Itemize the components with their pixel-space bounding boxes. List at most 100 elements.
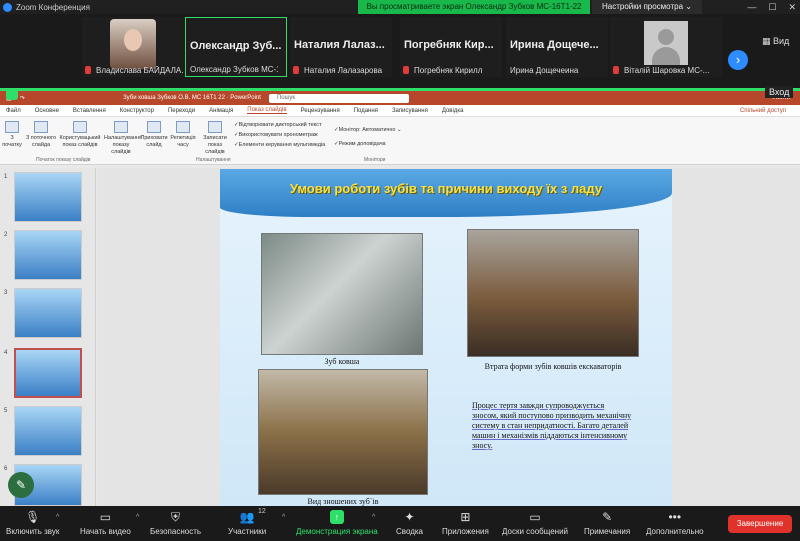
- participant-big-name: Наталия Лалаз...: [294, 39, 385, 51]
- maximize-icon[interactable]: ☐: [768, 0, 776, 14]
- summary-icon: ✦: [404, 510, 415, 524]
- annotate-pen-icon[interactable]: ✎: [8, 472, 34, 498]
- ribbon-label: З початку: [2, 135, 22, 148]
- chevron-up-icon[interactable]: ^: [136, 514, 139, 521]
- slide-thumbnail[interactable]: [14, 406, 82, 456]
- monitor-value: Автоматично: [362, 127, 396, 133]
- view-label: Вид: [773, 36, 790, 46]
- ppt-tab[interactable]: Основне: [35, 108, 59, 114]
- ribbon-rehearse[interactable]: Репетиція часу: [170, 121, 196, 149]
- participant-tile-active[interactable]: Олександр Зуб... Олександр Зубков МС-1..…: [185, 17, 287, 77]
- participant-tile[interactable]: Ирина Дощече... Ирина Дощечеина: [506, 17, 608, 77]
- monitor-label: Монітор:: [338, 127, 361, 133]
- participant-name: Погребняк Кирилл: [414, 66, 483, 75]
- ppt-tab[interactable]: Записування: [392, 108, 428, 114]
- slide-number: 4: [4, 350, 8, 356]
- ppt-tab[interactable]: Подання: [354, 108, 378, 114]
- worn-teeth-photo: [258, 369, 428, 495]
- ribbon-from-start[interactable]: З початку: [2, 121, 22, 149]
- share-screen-button[interactable]: ↑ Демонстрация экрана: [296, 510, 378, 536]
- unmute-button[interactable]: 🎙 Включить звук: [6, 510, 59, 536]
- ppt-tab[interactable]: Анімація: [209, 108, 233, 114]
- summary-button[interactable]: ✦ Сводка: [396, 510, 423, 536]
- ribbon-group-label: Налаштування: [196, 157, 231, 163]
- worn-bucket-photo: [467, 229, 639, 357]
- next-page-button[interactable]: ›: [728, 50, 748, 70]
- avatar: [644, 21, 688, 65]
- participant-tile[interactable]: Наталия Лалаз... Наталия Лалазарова: [290, 17, 392, 77]
- more-icon: •••: [668, 510, 682, 524]
- apps-button[interactable]: ⊞ Приложения: [442, 510, 489, 536]
- ppt-share-button[interactable]: Спільний доступ: [740, 108, 786, 114]
- gallery-view-button[interactable]: ▦ Вид: [762, 36, 789, 47]
- more-button[interactable]: ••• Дополнительно: [646, 510, 704, 536]
- ribbon-from-current[interactable]: З поточного слайда: [24, 121, 58, 149]
- checkbox-presenter-view[interactable]: Режим доповідача: [334, 141, 386, 147]
- checkbox-timings[interactable]: Використовувати хронометраж: [234, 132, 318, 138]
- toolbar-label: Сводка: [396, 527, 424, 536]
- slide-number: 2: [4, 232, 8, 238]
- slide-thumbnail[interactable]: [14, 230, 82, 280]
- slide-thumbnail-selected[interactable]: [14, 348, 82, 398]
- toolbar-label: Включить звук: [6, 527, 60, 536]
- view-options-label: Настройки просмотра: [602, 2, 684, 11]
- toolbar-label: Безопасность: [150, 527, 202, 536]
- checkbox-media-controls[interactable]: Елементи керування мультимедіа: [234, 142, 326, 148]
- ppt-tab[interactable]: Конструктор: [120, 108, 154, 114]
- participant-big-name: Олександр Зуб...: [190, 40, 282, 52]
- start-video-button[interactable]: ▭ Начать видео: [80, 510, 131, 536]
- slide-thumbnail[interactable]: [14, 172, 82, 222]
- checkbox-narration[interactable]: Відтворювати дикторський текст: [234, 122, 322, 128]
- share-screen-icon: ↑: [329, 510, 344, 524]
- participant-name: Ирина Дощечеина: [510, 66, 579, 75]
- view-options-button[interactable]: Настройки просмотра ⌄: [592, 0, 702, 14]
- end-meeting-button[interactable]: Завершение: [728, 515, 792, 533]
- shared-screen[interactable]: ▣ ↶ ↷ Зуби ковша Зубков О.В. МС 16Т1 22 …: [0, 88, 800, 509]
- close-icon[interactable]: ✕: [788, 0, 796, 14]
- ribbon-custom-show[interactable]: Користувацький показ слайдів: [58, 121, 102, 149]
- ribbon-label: Налаштування показу слайдів: [104, 135, 143, 155]
- ppt-title: Зуби ковша Зубков О.В. МС 16Т1 22 · Powe…: [123, 95, 261, 101]
- minimize-icon[interactable]: —: [747, 0, 756, 14]
- ppt-tab[interactable]: Рецензування: [301, 108, 340, 114]
- participant-tile[interactable]: Владислава БАЙДАЛА...: [82, 17, 184, 77]
- participant-tile[interactable]: Віталій Шаровка МС-...: [610, 17, 722, 77]
- ribbon-hide-slide[interactable]: Приховати слайд: [140, 121, 168, 149]
- slide-thumbnail[interactable]: [14, 288, 82, 338]
- ppt-ribbon: З початку З поточного слайда Користуваць…: [0, 117, 800, 165]
- current-slide[interactable]: Умови роботи зубів та причини виходу їх …: [220, 169, 672, 509]
- ppt-tab-selected[interactable]: Показ слайдів: [247, 107, 287, 114]
- monitor-select[interactable]: Монітор: Автоматично ⌄: [334, 127, 402, 133]
- message-board-icon: ▭: [529, 510, 541, 524]
- ribbon-label: Записати показ слайдів: [203, 135, 227, 155]
- message-boards-button[interactable]: ▭ Доски сообщений: [502, 510, 568, 536]
- participant-tile[interactable]: Погребняк Кир... Погребняк Кирилл: [400, 17, 502, 77]
- ppt-tab[interactable]: Вставлення: [73, 108, 106, 114]
- chevron-up-icon[interactable]: ^: [282, 514, 285, 521]
- apps-icon: ⊞: [460, 510, 471, 524]
- exit-button[interactable]: Вход: [765, 86, 794, 98]
- toolbar-label: Приложения: [442, 527, 489, 536]
- zoom-logo-icon: [3, 2, 12, 12]
- ribbon-setup-show[interactable]: Налаштування показу слайдів: [104, 121, 142, 156]
- participant-big-name: Погребняк Кир...: [404, 39, 494, 51]
- ribbon-record[interactable]: Записати показ слайдів: [198, 121, 232, 156]
- participant-big-name: Ирина Дощече...: [510, 39, 599, 51]
- ppt-titlebar: ▣ ↶ ↷ Зуби ковша Зубков О.В. МС 16Т1 22 …: [0, 91, 800, 105]
- chevron-up-icon[interactable]: ^: [56, 514, 59, 521]
- window-controls: — ☐ ✕: [747, 0, 796, 14]
- participant-name: Наталия Лалазарова: [304, 66, 383, 75]
- ppt-search[interactable]: Пошук: [268, 93, 409, 103]
- ppt-tab[interactable]: Переходи: [168, 108, 195, 114]
- chevron-up-icon[interactable]: ^: [372, 514, 375, 521]
- bucket-tooth-photo: [261, 233, 423, 355]
- meeting-toolbar: 🎙 Включить звук ^ ▭ Начать видео ^ ⛨ Безопа…: [0, 506, 800, 541]
- notes-button[interactable]: ✎ Примечания: [584, 510, 630, 536]
- slide-title: Умови роботи зубів та причини виходу їх …: [289, 181, 603, 196]
- ppt-tab[interactable]: Файл: [6, 108, 21, 114]
- ppt-tab[interactable]: Довідка: [442, 108, 464, 114]
- participant-name: Олександр Зубков МС-1...: [190, 65, 278, 74]
- video-off-icon: ▭: [99, 510, 112, 524]
- security-button[interactable]: ⛨ Безопасность: [150, 510, 201, 536]
- ribbon-label: Репетиція часу: [170, 135, 196, 148]
